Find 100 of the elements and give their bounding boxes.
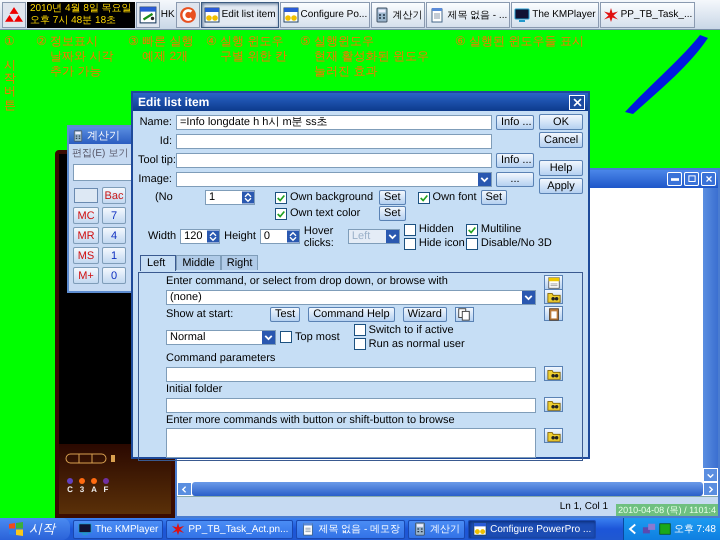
- menu-item[interactable]: 편집(E): [72, 146, 106, 160]
- input-field[interactable]: [166, 398, 536, 412]
- field-label: Width: [148, 230, 176, 243]
- calculator-key[interactable]: 4: [102, 227, 126, 244]
- notepad-icon: [429, 6, 446, 22]
- number-spinner[interactable]: 0: [260, 229, 300, 244]
- taskbar-button[interactable]: 계산기: [371, 2, 426, 28]
- calculator-icon: [72, 130, 84, 142]
- input-field[interactable]: [166, 366, 536, 382]
- memory-indicator: [74, 188, 98, 203]
- dropdown[interactable]: (none): [166, 290, 536, 304]
- set-button[interactable]: Set: [379, 190, 406, 205]
- menu-item[interactable]: 보기: [108, 146, 128, 160]
- window-icon: [546, 276, 560, 290]
- dropdown[interactable]: [176, 172, 492, 186]
- calculator-key[interactable]: Bac: [102, 187, 126, 204]
- minimize-icon: [670, 178, 678, 180]
- checkbox[interactable]: [466, 238, 478, 250]
- annotation-text: 정보표시 날짜와 시각 추가 가능: [50, 34, 114, 79]
- flag-icon: [8, 521, 24, 537]
- taskbar-button[interactable]: Configure Po...: [280, 2, 370, 28]
- text-area[interactable]: [166, 428, 536, 458]
- minimize-button[interactable]: [667, 172, 682, 186]
- wizard-button[interactable]: Wizard: [402, 306, 447, 322]
- taskbar-button[interactable]: The KMPlayer: [511, 2, 599, 28]
- checkbox[interactable]: [280, 331, 292, 343]
- checkbox[interactable]: [466, 224, 478, 236]
- browse-button[interactable]: ...: [496, 172, 534, 186]
- taskbar-button[interactable]: Edit list item: [200, 2, 279, 28]
- apply-button[interactable]: Apply: [539, 178, 583, 194]
- dropdown[interactable]: Normal: [166, 330, 276, 344]
- input-field[interactable]: [176, 152, 492, 168]
- taskbar-button[interactable]: Configure PowerPro ...: [468, 520, 596, 538]
- browse-button[interactable]: [544, 289, 563, 304]
- number-spinner[interactable]: 120: [180, 229, 220, 244]
- checkbox[interactable]: [354, 338, 366, 350]
- maximize-button[interactable]: [684, 172, 699, 186]
- info-button[interactable]: Info ...: [496, 114, 534, 130]
- tab[interactable]: Right: [220, 255, 258, 270]
- chevron-down-icon: [386, 230, 399, 243]
- checkbox[interactable]: [275, 192, 287, 204]
- command-help-button[interactable]: Command Help: [308, 306, 395, 322]
- checkbox[interactable]: [418, 192, 430, 204]
- taskbar-button[interactable]: The KMPlayer: [73, 520, 164, 538]
- start-button[interactable]: [2, 2, 26, 28]
- checkbox-label: Switch to if active: [368, 324, 454, 336]
- browse-button[interactable]: [544, 306, 563, 321]
- spin-arrows-icon: [242, 191, 254, 204]
- taskbar-button[interactable]: 제목 없음 - 메모장: [296, 520, 406, 538]
- window-gears-icon: [473, 522, 488, 536]
- input-field[interactable]: =Info longdate h h시 m분 ss초: [176, 114, 492, 130]
- scrollbar-thumb[interactable]: [192, 482, 703, 496]
- browse-button[interactable]: [544, 366, 563, 381]
- tab[interactable]: Left: [140, 255, 176, 271]
- calculator-key[interactable]: 1: [102, 247, 126, 264]
- window-gears-icon: [282, 6, 299, 22]
- taskbar-button[interactable]: 계산기: [408, 520, 466, 538]
- scroll-right-button[interactable]: [703, 482, 718, 496]
- browse-button[interactable]: [544, 275, 563, 290]
- spin-arrows-icon: [286, 230, 299, 243]
- notepad-icon: [301, 522, 316, 536]
- browse-button[interactable]: [544, 428, 563, 443]
- close-icon: [704, 174, 714, 184]
- ok-button[interactable]: OK: [539, 114, 583, 130]
- checkbox[interactable]: [354, 324, 366, 336]
- input-field[interactable]: [176, 134, 492, 148]
- number-spinner[interactable]: 1: [205, 190, 255, 205]
- cancel-button[interactable]: Cancel: [539, 132, 583, 148]
- help-button[interactable]: Help: [539, 160, 583, 176]
- set-button[interactable]: Set: [379, 206, 406, 221]
- calculator-key[interactable]: 7: [102, 207, 126, 224]
- calculator-key[interactable]: MR: [73, 227, 99, 244]
- quick-launch-button[interactable]: [136, 2, 160, 28]
- taskbar-button[interactable]: PP_TB_Task_...: [600, 2, 696, 28]
- taskbar-button[interactable]: 제목 없음 - ...: [426, 2, 510, 28]
- scroll-left-button[interactable]: [177, 482, 192, 496]
- start-button[interactable]: 시작: [0, 518, 70, 540]
- test-button[interactable]: Test: [270, 306, 300, 322]
- close-button[interactable]: [569, 94, 585, 110]
- copy-button[interactable]: [454, 306, 474, 322]
- dot-icon: [103, 478, 109, 484]
- calculator-key[interactable]: MS: [73, 247, 99, 264]
- annotation-text: 시작버튼: [4, 59, 16, 112]
- calculator-key[interactable]: 0: [102, 267, 126, 284]
- checkbox[interactable]: [404, 224, 416, 236]
- set-button[interactable]: Set: [480, 190, 508, 205]
- tab[interactable]: Middle: [176, 255, 221, 270]
- calculator-key[interactable]: M+: [73, 267, 99, 284]
- info-button[interactable]: Info ...: [496, 152, 534, 168]
- scroll-down-button[interactable]: [703, 468, 718, 482]
- annotation-text: 빠른 실행 예제 2개: [142, 34, 194, 64]
- browse-button[interactable]: [544, 397, 563, 412]
- taskbar-button[interactable]: PP_TB_Task_Act.pn...: [166, 520, 294, 538]
- calculator-key[interactable]: MC: [73, 207, 99, 224]
- annotation-number: ⑥: [455, 34, 466, 48]
- checkbox[interactable]: [275, 208, 287, 220]
- checkbox-label: Own font: [432, 191, 477, 204]
- checkbox[interactable]: [404, 238, 416, 250]
- splat-icon: [602, 6, 619, 22]
- close-button[interactable]: [701, 172, 716, 186]
